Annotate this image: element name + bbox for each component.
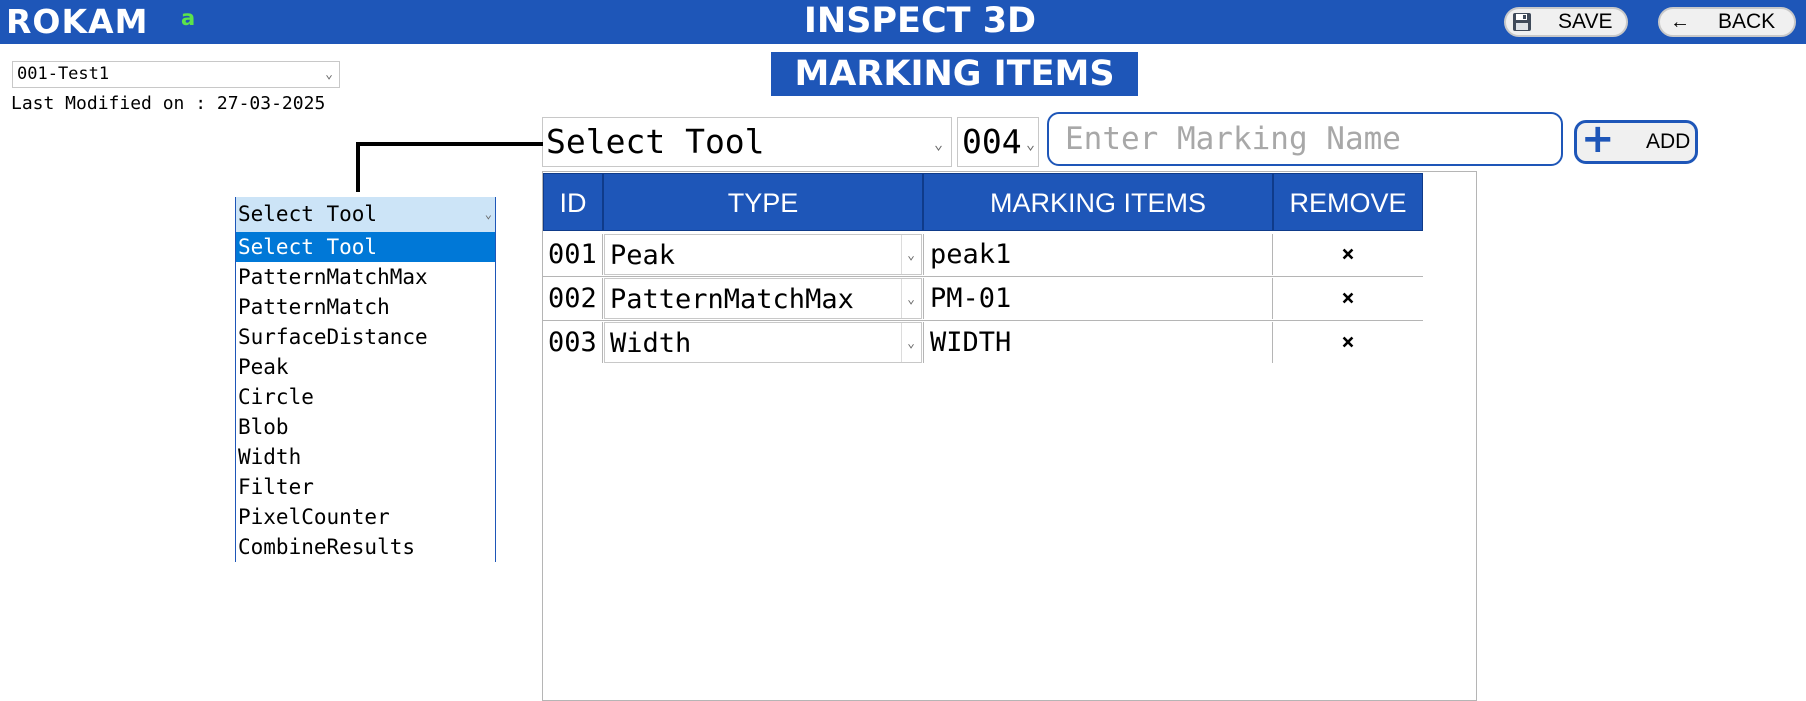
dropdown-option[interactable]: Circle [236,382,495,412]
connector-line [356,142,543,146]
last-modified-label: Last Modified on : [11,93,217,114]
tool-dropdown-list[interactable]: Select Tool ⌄ Select Tool PatternMatchMa… [235,197,496,562]
top-bar: ROKAM a INSPECT 3D SAVE ← BACK [0,0,1806,44]
select-divider [901,323,902,362]
back-button[interactable]: ← BACK [1658,7,1796,37]
next-id-value: 004 [962,122,1022,161]
row-marking-name[interactable]: PM-01 [923,278,1273,319]
remove-icon[interactable]: × [1273,278,1423,319]
tool-type-select-value: Select Tool [546,122,765,161]
dropdown-option[interactable]: Select Tool [236,232,495,262]
chevron-down-icon: ⌄ [933,135,943,153]
tool-dropdown-current[interactable]: Select Tool ⌄ [236,197,495,232]
row-id: 001 [543,234,603,275]
chevron-down-icon: ⌄ [907,336,915,351]
chevron-down-icon: ⌄ [907,248,915,263]
dropdown-option[interactable]: PixelCounter [236,502,495,532]
row-divider [543,320,1423,321]
row-type-value: Width [610,328,692,359]
row-type-select[interactable]: Width ⌄ [604,322,922,363]
row-marking-name[interactable]: peak1 [923,234,1273,275]
row-id: 002 [543,278,603,319]
row-type-value: Peak [610,240,676,271]
dropdown-option[interactable]: SurfaceDistance [236,322,495,352]
floppy-disk-icon [1513,13,1531,31]
column-header-marking-items: MARKING ITEMS [923,173,1273,231]
dropdown-option[interactable]: PatternMatch [236,292,495,322]
page-title: MARKING ITEMS [771,52,1138,96]
add-label: ADD [1646,130,1691,153]
plus-icon: + [1581,116,1615,162]
tool-type-select[interactable]: Select Tool ⌄ [542,117,952,167]
select-divider [901,279,902,318]
select-divider [901,235,902,274]
row-type-select[interactable]: Peak ⌄ [604,234,922,275]
marking-name-input[interactable] [1047,112,1563,166]
save-label: SAVE [1558,10,1613,33]
user-indicator: a [181,6,196,30]
app-logo: ROKAM [6,2,149,41]
connector-line [356,142,360,192]
dropdown-option[interactable]: CombineResults [236,532,495,562]
dropdown-option[interactable]: PatternMatchMax [236,262,495,292]
tool-dropdown-current-value: Select Tool [238,202,378,226]
column-header-type: TYPE [603,173,923,231]
remove-icon[interactable]: × [1273,322,1423,363]
add-button[interactable]: + ADD [1574,116,1698,164]
app-title: INSPECT 3D [803,1,1037,41]
chevron-down-icon: ⌄ [484,207,492,221]
dropdown-option[interactable]: Blob [236,412,495,442]
recipe-select[interactable]: 001-Test1 ⌄ [12,61,340,88]
row-type-select[interactable]: PatternMatchMax ⌄ [604,278,922,319]
column-header-remove: REMOVE [1273,173,1423,231]
chevron-down-icon: ⌄ [1025,135,1035,153]
row-marking-name[interactable]: WIDTH [923,322,1273,363]
chevron-down-icon: ⌄ [325,67,333,82]
last-modified-date: 27-03-2025 [216,93,326,114]
chevron-down-icon: ⌄ [907,292,915,307]
remove-icon[interactable]: × [1273,234,1423,275]
dropdown-option[interactable]: Width [236,442,495,472]
row-id: 003 [543,322,603,363]
last-modified: Last Modified on : 27-03-2025 [11,93,325,114]
row-divider [543,276,1423,277]
next-id-select[interactable]: 004 ⌄ [957,117,1039,167]
back-label: BACK [1718,10,1776,33]
column-header-id: ID [543,173,603,231]
save-button[interactable]: SAVE [1504,7,1628,37]
row-type-value: PatternMatchMax [610,284,854,315]
arrow-left-icon: ← [1670,11,1690,33]
dropdown-option[interactable]: Peak [236,352,495,382]
recipe-select-value: 001-Test1 [17,64,110,84]
dropdown-option[interactable]: Filter [236,472,495,502]
